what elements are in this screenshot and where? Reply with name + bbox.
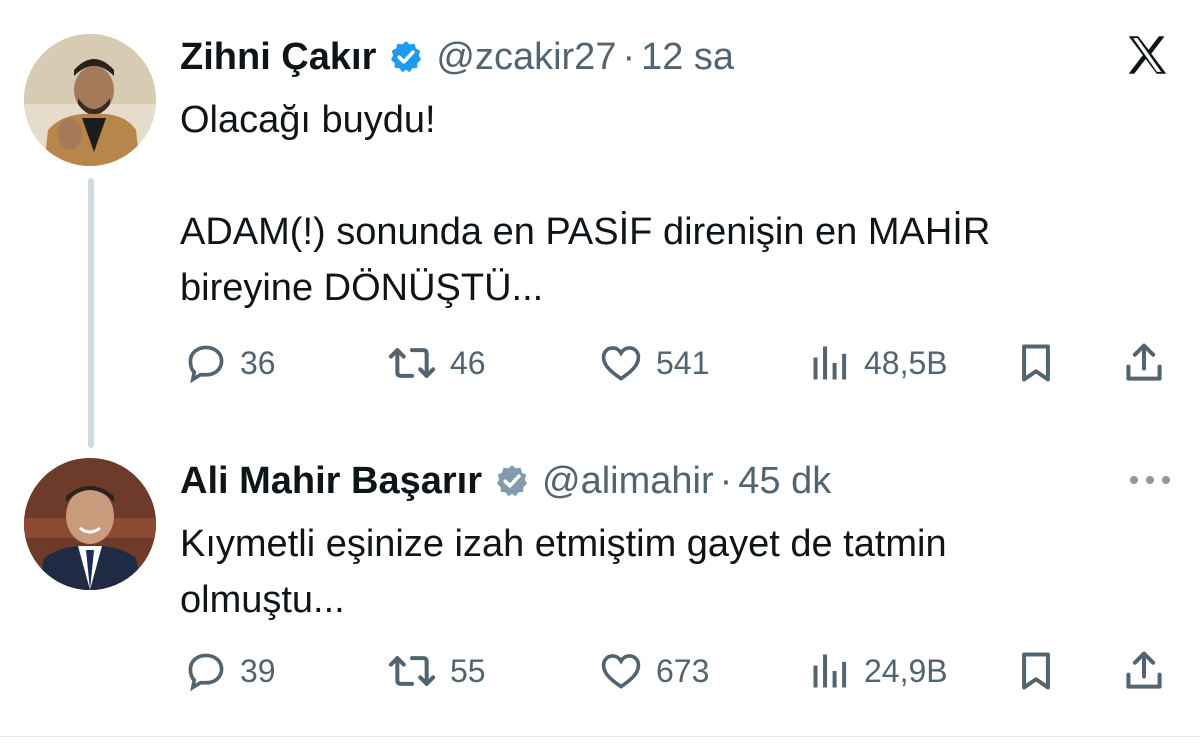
tweet-text-line: Olacağı buydu! bbox=[180, 99, 436, 141]
timestamp[interactable]: 45 dk bbox=[738, 460, 831, 503]
thread-connector bbox=[88, 178, 94, 448]
like-count: 673 bbox=[656, 652, 710, 689]
views-count: 24,9B bbox=[864, 652, 948, 689]
views-icon bbox=[813, 654, 847, 688]
tweet-thread: Zihni Çakır @zcakir27 · 12 sa Olacağı bu… bbox=[0, 0, 1200, 749]
share-button[interactable] bbox=[1122, 646, 1166, 696]
reply-icon bbox=[188, 345, 224, 384]
heart-icon bbox=[601, 346, 641, 381]
reply-button[interactable]: 39 bbox=[184, 646, 276, 696]
action-bar: 39 55 673 24,9B bbox=[180, 646, 1170, 696]
like-button[interactable]: 541 bbox=[598, 338, 709, 388]
views-count: 48,5B bbox=[864, 344, 948, 381]
tweet-text-line: Kıymetli eşinize izah etmiştim gayet de … bbox=[180, 523, 947, 565]
tweet-text-line: ADAM(!) sonunda en PASİF direnişin en MA… bbox=[180, 211, 991, 253]
share-button[interactable] bbox=[1122, 338, 1166, 388]
author-name[interactable]: Zihni Çakır bbox=[180, 36, 376, 79]
share-icon bbox=[1126, 343, 1162, 381]
views-icon bbox=[813, 346, 847, 380]
avatar-image bbox=[24, 34, 156, 166]
separator-dot: · bbox=[719, 459, 733, 502]
like-button[interactable]: 673 bbox=[598, 646, 709, 696]
timestamp[interactable]: 12 sa bbox=[641, 36, 734, 79]
bookmark-icon bbox=[1022, 344, 1050, 382]
author-handle[interactable]: @alimahir bbox=[542, 460, 714, 503]
retweet-button[interactable]: 46 bbox=[386, 338, 486, 388]
more-icon[interactable] bbox=[1128, 474, 1172, 486]
tweet-header: Zihni Çakır @zcakir27 · 12 sa bbox=[180, 32, 734, 82]
avatar[interactable] bbox=[24, 34, 156, 166]
bookmark-button[interactable] bbox=[1014, 646, 1058, 696]
verified-badge-icon bbox=[391, 41, 422, 73]
heart-icon bbox=[601, 654, 641, 689]
tweet-text: Kıymetli eşinize izah etmiştim gayet de … bbox=[180, 516, 1160, 628]
divider bbox=[0, 736, 1200, 749]
verified-badge-icon bbox=[497, 465, 527, 497]
avatar-image bbox=[24, 458, 156, 590]
bookmark-button[interactable] bbox=[1014, 338, 1058, 388]
like-count: 541 bbox=[656, 344, 710, 381]
action-bar: 36 46 541 48,5B bbox=[180, 338, 1170, 388]
tweet-text-line: bireyine DÖNÜŞTÜ... bbox=[180, 267, 544, 309]
retweet-icon bbox=[388, 656, 436, 686]
tweet-header: Ali Mahir Başarır @alimahir · 45 dk bbox=[180, 456, 831, 506]
author-handle[interactable]: @zcakir27 bbox=[436, 36, 616, 79]
retweet-count: 46 bbox=[450, 344, 486, 381]
retweet-icon bbox=[388, 348, 436, 378]
retweet-count: 55 bbox=[450, 652, 486, 689]
views-button[interactable]: 48,5B bbox=[808, 338, 948, 388]
bookmark-icon bbox=[1022, 652, 1050, 690]
views-button[interactable]: 24,9B bbox=[808, 646, 948, 696]
retweet-button[interactable]: 55 bbox=[386, 646, 486, 696]
tweet-text: Olacağı buydu! ADAM(!) sonunda en PASİF … bbox=[180, 92, 1160, 316]
avatar[interactable] bbox=[24, 458, 156, 590]
tweet-2[interactable]: Ali Mahir Başarır @alimahir · 45 dk Kıym… bbox=[0, 430, 1200, 730]
tweet-1[interactable]: Zihni Çakır @zcakir27 · 12 sa Olacağı bu… bbox=[0, 0, 1200, 448]
reply-count: 36 bbox=[240, 344, 276, 381]
author-name[interactable]: Ali Mahir Başarır bbox=[180, 460, 482, 503]
reply-icon bbox=[188, 653, 224, 692]
separator-dot: · bbox=[622, 35, 636, 78]
reply-count: 39 bbox=[240, 652, 276, 689]
reply-button[interactable]: 36 bbox=[184, 338, 276, 388]
tweet-text-line: olmuştu... bbox=[180, 579, 345, 621]
share-icon bbox=[1126, 651, 1162, 689]
